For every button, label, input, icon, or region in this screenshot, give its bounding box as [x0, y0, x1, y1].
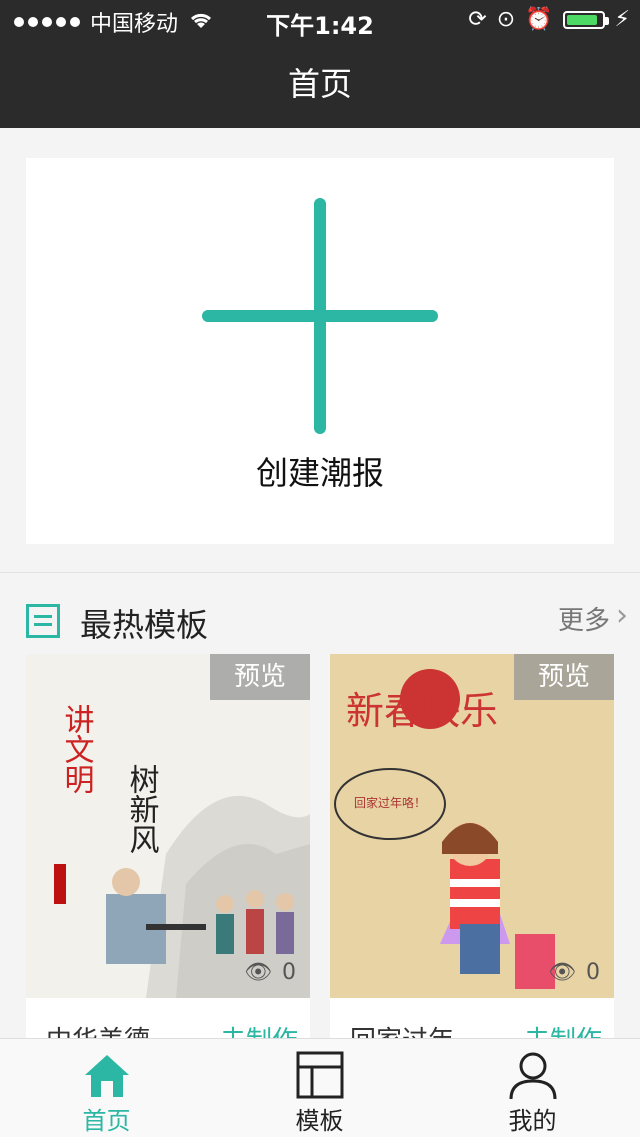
tab-mine-label: 我的	[508, 1107, 557, 1135]
battery-level	[566, 14, 598, 25]
tab-home[interactable]: 首页	[0, 1039, 213, 1137]
status-right: ⟳ ⊙ ⏰ ⚡	[468, 7, 630, 32]
template-art-text: 讲文明	[59, 704, 94, 794]
view-count: 👁 0	[244, 960, 296, 985]
charging-icon: ⚡	[614, 7, 630, 32]
alarm-icon: ⏰	[525, 7, 553, 32]
template-card[interactable]: 新春快乐 回家过年咯！ 预览 👁 0 回家过年 去制作	[330, 654, 614, 1054]
rotation-lock-icon: ⊙	[496, 7, 516, 32]
chevron-right-icon[interactable]: ›	[616, 598, 628, 633]
more-link[interactable]: 更多	[558, 600, 610, 637]
tab-template-label: 模板	[295, 1107, 344, 1135]
preview-button[interactable]: 预览	[514, 654, 614, 700]
template-art-text: 新春快乐	[346, 689, 498, 733]
page-title: 首页	[287, 65, 352, 103]
home-icon	[85, 1055, 129, 1097]
template-art-text: 回家过年咯！	[354, 795, 426, 810]
tab-home-label: 首页	[82, 1107, 131, 1135]
user-icon	[509, 1052, 557, 1100]
hot-templates-header: 最热模板 更多 ›	[0, 590, 640, 650]
tab-template[interactable]: 模板	[213, 1039, 426, 1137]
section-divider	[0, 572, 640, 573]
template-card[interactable]: 讲文明 树新风 预览 👁 0 中华美德 去制作	[26, 654, 310, 1054]
battery-icon	[562, 10, 609, 29]
preview-button[interactable]: 预览	[210, 654, 310, 700]
tab-mine[interactable]: 我的	[426, 1039, 639, 1137]
eye-icon: 👁	[244, 960, 272, 985]
template-icon	[296, 1051, 344, 1099]
eye-icon: 👁	[548, 960, 576, 985]
view-count-value: 0	[282, 960, 296, 985]
view-count: 👁 0	[548, 960, 600, 985]
section-title: 最热模板	[80, 606, 209, 644]
sync-icon: ⟳	[468, 7, 487, 32]
template-thumbnail[interactable]: 新春快乐 回家过年咯！	[330, 654, 614, 998]
create-poster-button[interactable]: 创建潮报	[26, 158, 614, 544]
navbar: 首页	[0, 40, 640, 128]
view-count-value: 0	[586, 960, 600, 985]
template-thumbnail[interactable]: 讲文明 树新风	[26, 654, 310, 998]
create-poster-label: 创建潮报	[255, 454, 384, 492]
template-list-icon	[26, 604, 60, 638]
tab-bar: 首页 模板 我的	[0, 1038, 640, 1137]
plus-icon	[202, 198, 438, 434]
status-bar: 中国移动 下午1:42 ⟳ ⊙ ⏰ ⚡	[0, 0, 640, 40]
template-art-text: 树新风	[124, 764, 160, 854]
